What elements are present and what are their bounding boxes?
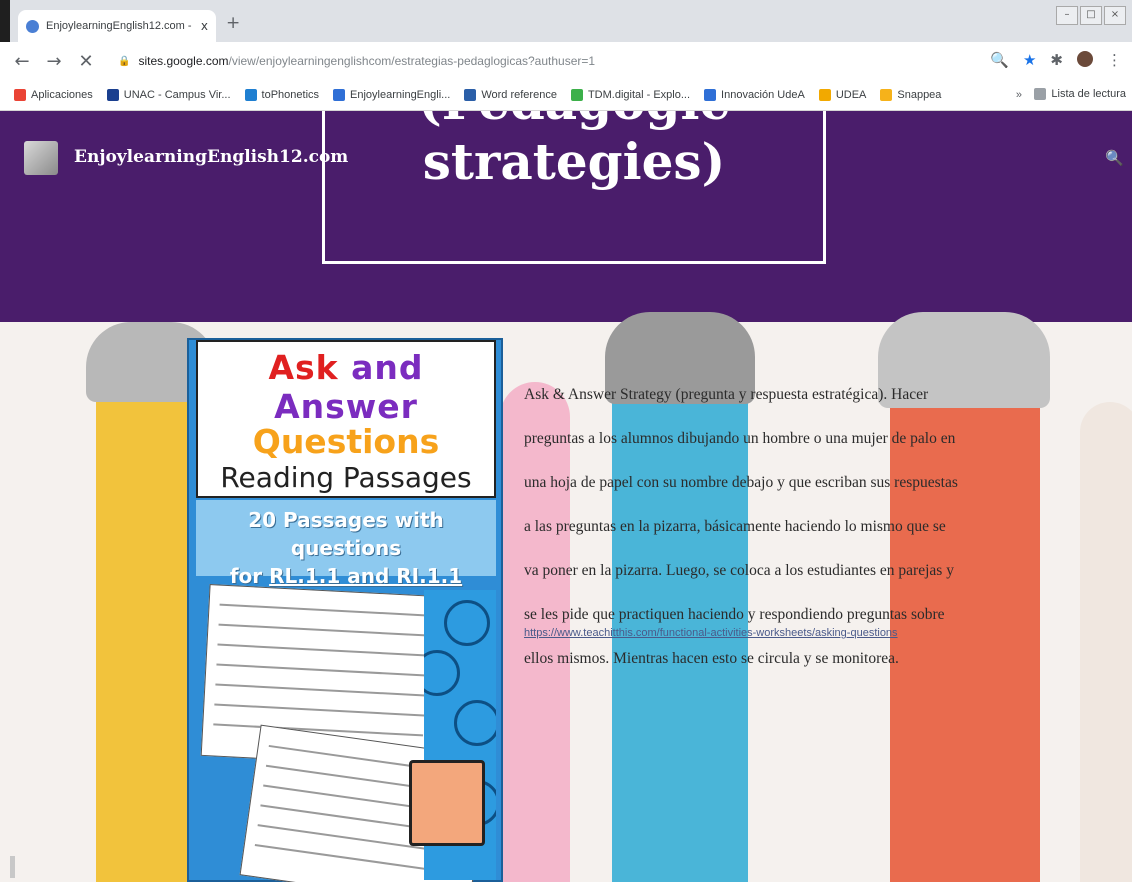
bookmark-item[interactable]: Innovación UdeA [704,89,805,101]
back-arrow-icon[interactable]: ← [12,51,32,72]
zoom-icon[interactable]: 🔍 [990,51,1009,69]
cover-subtitle: Reading Passages [220,461,472,494]
search-icon[interactable]: 🔍 [1105,149,1124,167]
lock-icon: 🔒 [118,55,131,67]
maximize-button[interactable]: □ [1080,6,1102,25]
worksheet-line [217,643,428,657]
bookmarks-bar: Aplicaciones UNAC - Campus Vir... toPhon… [0,80,1132,111]
url-path: /view/enjoylearningenglishcom/estrategia… [228,54,596,68]
reading-list-icon [1034,88,1047,100]
bookmark-item[interactable]: toPhonetics [244,89,319,101]
bookmark-favicon-icon [464,89,477,101]
close-window-button[interactable]: × [1104,6,1126,25]
bookmark-item[interactable]: UDEA [818,89,866,101]
reference-link[interactable]: https://www.teachitthis.com/functional-a… [524,627,898,639]
bookmark-favicon-icon [880,89,893,101]
reading-list-button[interactable]: Lista de lectura [1034,88,1126,100]
bookmark-favicon-icon [106,89,119,101]
worksheet-line [218,623,429,637]
site-favicon-icon [26,19,39,33]
book-cover-image: Ask and Answer Questions Reading Passage… [187,338,503,882]
site-header: EnjoylearningEnglish12.com 🔍 (Pedagogic … [0,111,1132,322]
new-tab-button[interactable]: + [226,13,240,33]
browser-tab[interactable]: EnjoylearningEnglish12.com - En x [18,10,216,42]
tab-title: EnjoylearningEnglish12.com - En [46,20,195,32]
bookmark-favicon-icon [818,89,831,101]
bookmark-item[interactable]: Aplicaciones [14,89,93,101]
cover-title-block: Ask and Answer Questions Reading Passage… [196,340,496,498]
profile-avatar[interactable] [1077,51,1093,67]
page-scroll-indicator[interactable] [10,856,15,878]
cover-banner: 20 Passages with questions for RL.1.1 an… [196,500,496,588]
swirl-icon [424,650,460,696]
bookmark-favicon-icon [244,89,257,101]
minimize-button[interactable]: – [1056,6,1078,25]
worksheet-line [214,703,425,717]
worksheet-line [215,683,426,697]
bookmark-favicon-icon [333,89,346,101]
bookmark-item[interactable]: UNAC - Campus Vir... [106,89,231,101]
browser-toolbar: ← → ✕ 🔒 sites.google.com/view/enjoylearn… [0,42,1132,80]
worksheet-line [216,663,427,677]
cover-banner-line1: 20 Passages with questions [248,508,444,560]
cover-title-ask: Ask and Answer [268,348,424,426]
page-title-line1: (Pedagogic [325,111,823,132]
site-name[interactable]: EnjoylearningEnglish12.com [74,147,348,167]
cover-title-questions: Questions [252,422,440,461]
page-title-line2: strategies) [422,132,726,191]
tab-close-icon[interactable]: x [201,19,208,33]
swirl-icon [444,600,490,646]
bookmark-item[interactable]: TDM.digital - Explo... [570,89,690,101]
window-controls: – □ × [1056,6,1126,25]
worksheet-line [219,603,430,617]
bookmark-favicon-icon [704,89,717,101]
pencil-decoration [1080,402,1132,882]
extensions-puzzle-icon[interactable]: ✱ [1050,51,1063,69]
page-title-box: (Pedagogic strategies) [322,111,826,264]
bookmark-star-icon[interactable]: ★ [1023,51,1036,69]
url-host: sites.google.com [138,54,229,68]
toolbar-actions: 🔍 ★ ✱ ⋮ [990,51,1122,69]
site-logo[interactable] [24,141,58,175]
bookmark-item[interactable]: Word reference [464,89,557,101]
web-page: EnjoylearningEnglish12.com 🔍 (Pedagogic … [0,111,1132,882]
pencil-tip-graphic [409,760,485,846]
bookmarks-overflow-button[interactable]: » [1016,89,1022,101]
swirl-icon [454,700,496,746]
apps-grid-icon [14,89,26,101]
forward-arrow-icon[interactable]: → [44,51,64,72]
address-bar[interactable]: 🔒 sites.google.com/view/enjoylearningeng… [118,49,978,73]
bookmark-item[interactable]: Snappea [880,89,941,101]
tab-strip: EnjoylearningEnglish12.com - En x + – □ … [0,0,1132,42]
bookmark-item[interactable]: EnjoylearningEngli... [333,89,450,101]
menu-kebab-icon[interactable]: ⋮ [1107,51,1122,69]
bookmark-favicon-icon [570,89,583,101]
stop-loading-icon[interactable]: ✕ [76,51,96,72]
